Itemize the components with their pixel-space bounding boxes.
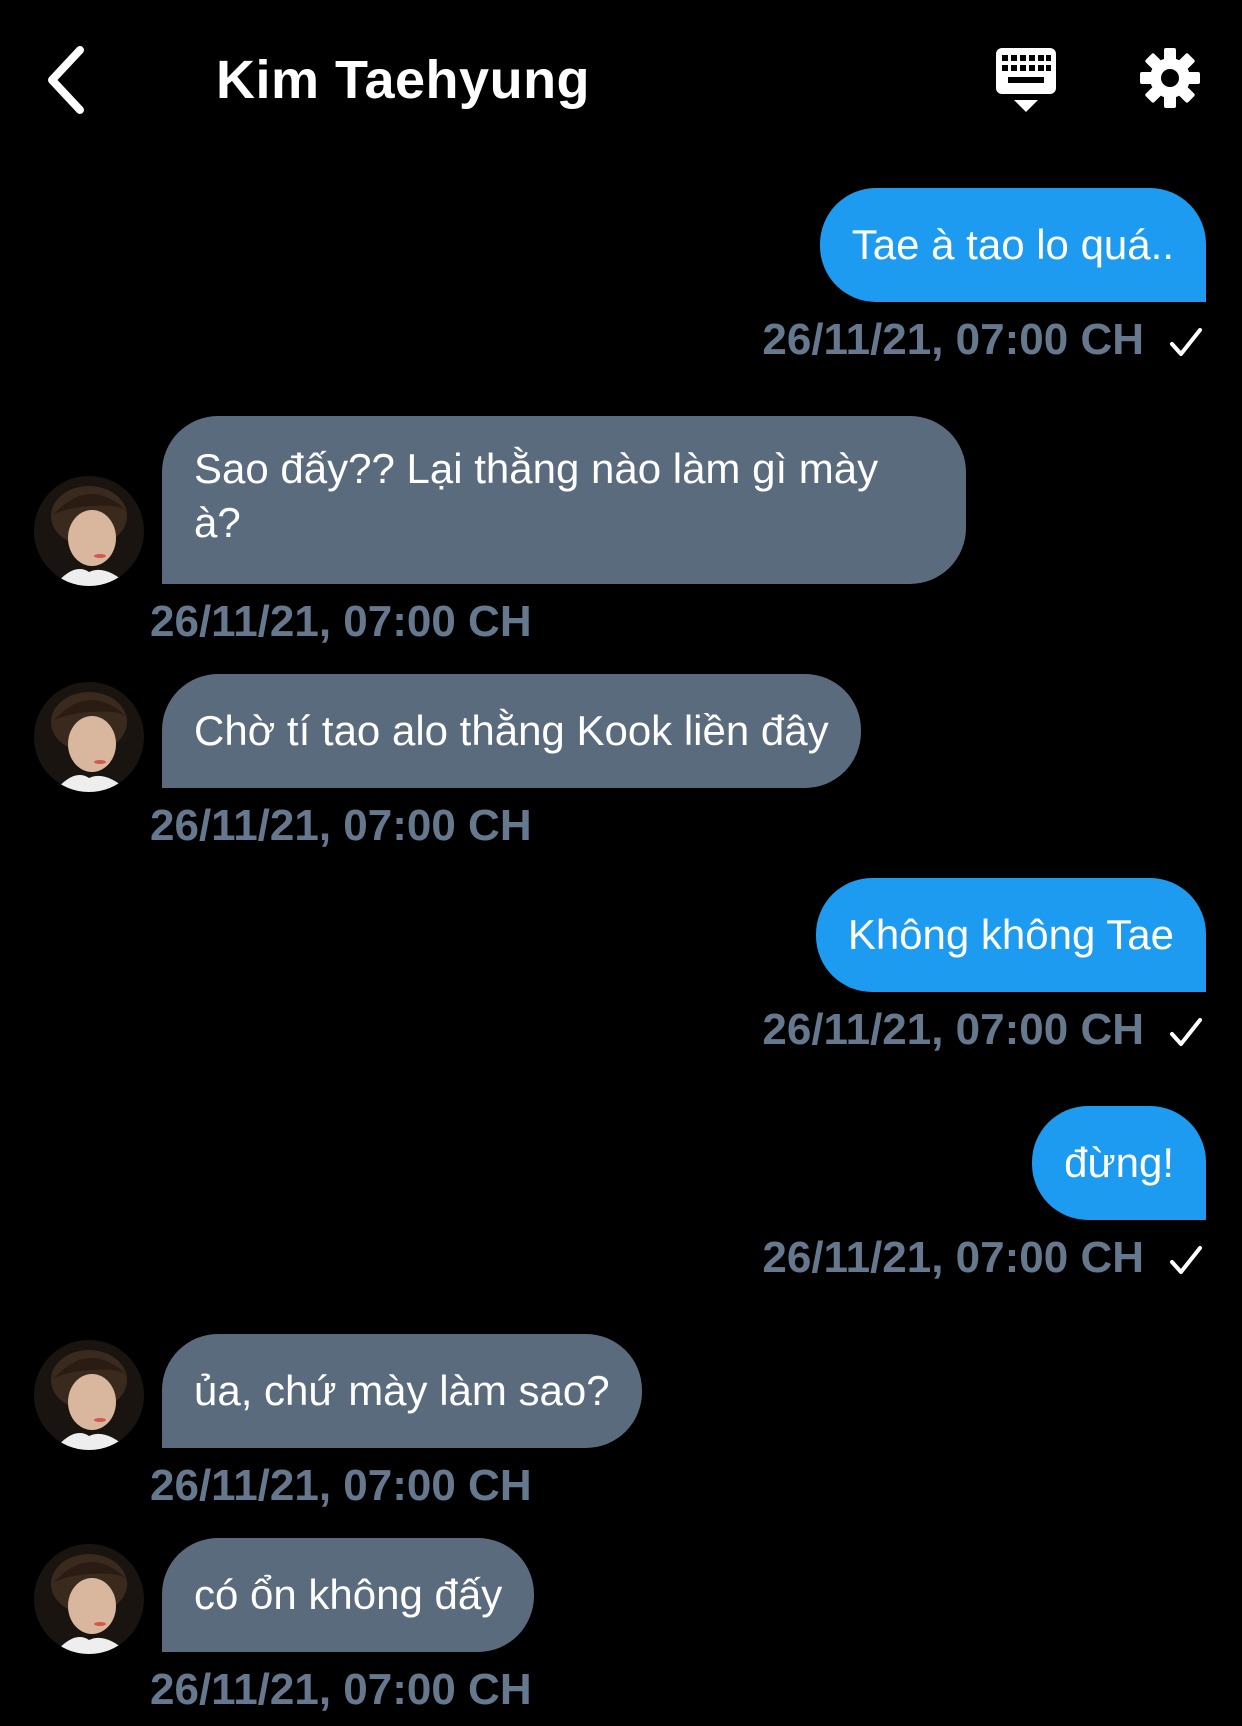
message-timestamp: 26/11/21, 07:00 CH: [762, 1233, 1144, 1282]
conversation-title[interactable]: Kim Taehyung: [216, 48, 590, 112]
message-timestamp: 26/11/21, 07:00 CH: [150, 801, 532, 850]
message-bubble-sent[interactable]: đừng!: [1032, 1106, 1206, 1220]
message-timestamp: 26/11/21, 07:00 CH: [150, 1665, 532, 1714]
keyboard-button[interactable]: [994, 46, 1058, 114]
keyboard-icon: [996, 48, 1056, 112]
message-timestamp: 26/11/21, 07:00 CH: [762, 1005, 1144, 1054]
chat-header: Kim Taehyung: [0, 0, 1242, 160]
message-bubble-sent[interactable]: Không không Tae: [815, 878, 1206, 992]
message-bubble-sent[interactable]: Tae à tao lo quá..: [819, 188, 1206, 302]
avatar[interactable]: [34, 1544, 144, 1654]
avatar-image: [34, 1544, 144, 1654]
avatar[interactable]: [34, 682, 144, 792]
message-timestamp: 26/11/21, 07:00 CH: [150, 1461, 532, 1510]
checkmark-icon: [1170, 328, 1202, 356]
message-bubble-received[interactable]: ủa, chứ mày làm sao?: [162, 1334, 642, 1448]
avatar-image: [34, 1340, 144, 1450]
avatar[interactable]: [34, 476, 144, 586]
message-timestamp: 26/11/21, 07:00 CH: [150, 597, 532, 646]
message-bubble-received[interactable]: Chờ tí tao alo thằng Kook liền đây: [162, 674, 861, 788]
checkmark-icon: [1170, 1246, 1202, 1274]
gear-icon: [1140, 48, 1200, 108]
avatar-image: [34, 476, 144, 586]
checkmark-icon: [1170, 1018, 1202, 1046]
avatar-image: [34, 682, 144, 792]
message-bubble-received[interactable]: Sao đấy?? Lại thằng nào làm gì mày à?: [162, 416, 966, 584]
message-bubble-received[interactable]: có ổn không đấy: [162, 1538, 535, 1652]
avatar[interactable]: [34, 1340, 144, 1450]
back-button[interactable]: [40, 42, 100, 118]
settings-button[interactable]: [1138, 46, 1202, 110]
message-timestamp: 26/11/21, 07:00 CH: [762, 315, 1144, 364]
chevron-left-icon: [48, 46, 84, 114]
